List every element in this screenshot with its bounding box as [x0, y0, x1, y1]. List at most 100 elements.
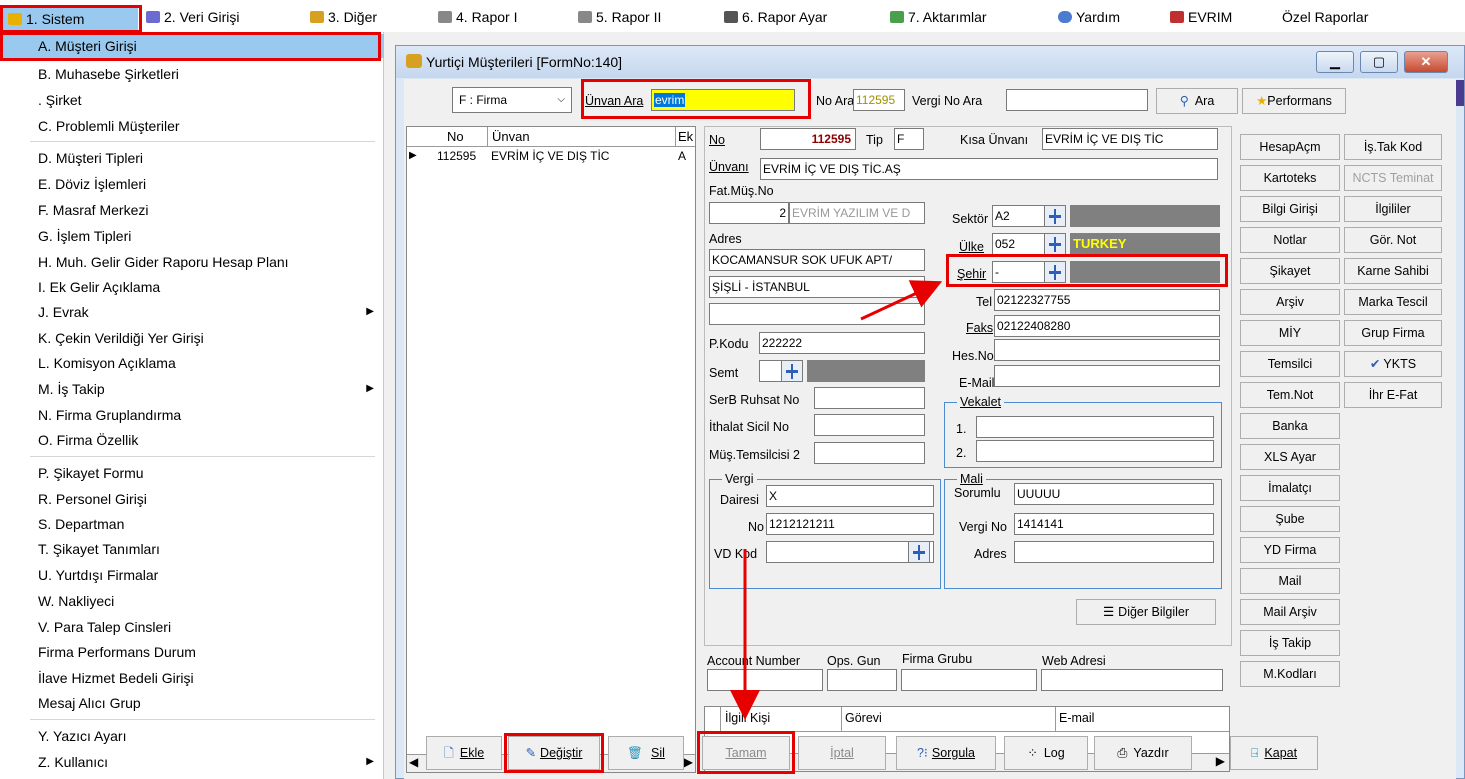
ncts-teminat-button[interactable]: NCTS Teminat: [1344, 165, 1442, 191]
menu-item-gelir-gider-hesap-plani[interactable]: H. Muh. Gelir Gider Raporu Hesap Planı: [0, 250, 384, 274]
web-adresi-field[interactable]: [1041, 669, 1223, 691]
diger-bilgiler-button[interactable]: ☰ Diğer Bilgiler: [1076, 599, 1216, 625]
menu-item-cekin-verildigi-yer[interactable]: K. Çekin Verildiği Yer Girişi: [0, 326, 384, 350]
ops-gun-field[interactable]: [827, 669, 897, 691]
menu-rapor-ayar[interactable]: 6. Rapor Ayar: [724, 6, 827, 28]
vergi-search-input[interactable]: [1006, 89, 1148, 111]
menu-item-sikayet-tanimlari[interactable]: T. Şikayet Tanımları: [0, 537, 384, 561]
menu-item-yurtdisi-firmalar[interactable]: U. Yurtdışı Firmalar: [0, 563, 384, 587]
marka-tescil-button[interactable]: Marka Tescil: [1344, 289, 1442, 315]
is-takip-button[interactable]: İş Takip: [1240, 630, 1340, 656]
minimize-button[interactable]: ▁: [1316, 51, 1354, 73]
gor-not-button[interactable]: Gör. Not: [1344, 227, 1442, 253]
menu-item-para-talep-cinsleri[interactable]: V. Para Talep Cinsleri: [0, 615, 384, 639]
table-row[interactable]: ▶ 112595 EVRİM İÇ VE DIŞ TİC A: [407, 148, 695, 166]
sehir-field[interactable]: -: [992, 261, 1050, 283]
yazdir-button[interactable]: ⎙ Yazdır: [1094, 736, 1192, 770]
xls-ayar-button[interactable]: XLS Ayar: [1240, 444, 1340, 470]
mustem-field[interactable]: [814, 442, 925, 464]
menu-item-firma-ozellik[interactable]: O. Firma Özellik: [0, 428, 384, 452]
ara-button[interactable]: ⚲ Ara: [1156, 88, 1238, 114]
scroll-right-icon[interactable]: ▶: [1216, 754, 1225, 768]
yd-firma-button[interactable]: YD Firma: [1240, 537, 1340, 563]
log-button[interactable]: ⁘ Log: [1004, 736, 1088, 770]
vdkod-lookup-button[interactable]: [908, 541, 930, 563]
menu-item-ilave-hizmet-bedeli[interactable]: İlave Hizmet Bedeli Girişi: [0, 666, 384, 690]
dairesi-field[interactable]: X: [766, 485, 934, 507]
ekle-button[interactable]: 🗋 Ekle: [426, 736, 502, 770]
menu-item-komisyon-aciklama[interactable]: L. Komisyon Açıklama: [0, 351, 384, 375]
firma-grubu-field[interactable]: [901, 669, 1037, 691]
menu-item-yazici-ayari[interactable]: Y. Yazıcı Ayarı: [0, 724, 384, 748]
is-tak-kod-button[interactable]: İş.Tak Kod: [1344, 134, 1442, 160]
fatmus-name-field[interactable]: EVRİM YAZILIM VE D: [789, 202, 925, 224]
fatmus-no-field[interactable]: 2: [709, 202, 789, 224]
vekalet2-field[interactable]: [976, 440, 1214, 462]
grup-firma-button[interactable]: Grup Firma: [1344, 320, 1442, 346]
mail-arsiv-button[interactable]: Mail Arşiv: [1240, 599, 1340, 625]
kapat-button[interactable]: ⍈ Kapat: [1230, 736, 1318, 770]
menu-item-ek-gelir-aciklama[interactable]: I. Ek Gelir Açıklama: [0, 275, 384, 299]
menu-aktarimlar[interactable]: 7. Aktarımlar: [890, 6, 987, 28]
scroll-left-icon[interactable]: ◀: [409, 755, 418, 769]
adres-line1-field[interactable]: KOCAMANSUR SOK UFUK APT/: [709, 249, 925, 271]
sorumlu-field[interactable]: UUUUU: [1014, 483, 1214, 505]
email-field[interactable]: [994, 365, 1220, 387]
menu-item-is-takip[interactable]: M. İş Takip ▶: [0, 377, 384, 401]
menu-item-evrak[interactable]: J. Evrak ▶: [0, 300, 384, 324]
vekalet1-field[interactable]: [976, 416, 1214, 438]
faks-field[interactable]: 02122408280: [994, 315, 1220, 337]
menu-yardim[interactable]: Yardım: [1058, 6, 1120, 28]
menu-sistem[interactable]: 1. Sistem: [2, 8, 138, 30]
menu-rapor-1[interactable]: 4. Rapor I: [438, 6, 517, 28]
tem-not-button[interactable]: Tem.Not: [1240, 382, 1340, 408]
menu-evrim[interactable]: EVRIM: [1170, 6, 1232, 28]
ithalat-field[interactable]: [814, 414, 925, 436]
mali-vergi-no-field[interactable]: 1414141: [1014, 513, 1214, 535]
hesno-field[interactable]: [994, 339, 1220, 361]
no-search-input[interactable]: 112595: [853, 89, 905, 111]
sikayet-button[interactable]: Şikayet: [1240, 258, 1340, 284]
semt-lookup-button[interactable]: [781, 360, 803, 382]
m-kodlari-button[interactable]: M.Kodları: [1240, 661, 1340, 687]
menu-item-firma-gruplandirma[interactable]: N. Firma Gruplandırma: [0, 403, 384, 427]
bilgi-girisi-button[interactable]: Bilgi Girişi: [1240, 196, 1340, 222]
scroll-right-icon[interactable]: ▶: [684, 755, 693, 769]
banka-button[interactable]: Banka: [1240, 413, 1340, 439]
sorgula-button[interactable]: ?⁝ Sorgula: [896, 736, 996, 770]
unvan-field[interactable]: EVRİM İÇ VE DIŞ TİC.AŞ: [760, 158, 1218, 180]
mali-adres-field[interactable]: [1014, 541, 1214, 563]
account-number-field[interactable]: [707, 669, 823, 691]
menu-item-doviz-islemleri[interactable]: E. Döviz İşlemleri: [0, 172, 384, 196]
menu-item-mesaj-alici-grup[interactable]: Mesaj Alıcı Grup: [0, 691, 384, 715]
sil-button[interactable]: 🗑 Sil: [608, 736, 684, 770]
menu-item-muhasebe-sirketleri[interactable]: B. Muhasebe Şirketleri: [0, 62, 384, 86]
temsilci-button[interactable]: Temsilci: [1240, 351, 1340, 377]
menu-item-nakliyeci[interactable]: W. Nakliyeci: [0, 589, 384, 613]
menu-item-firma-performans-durum[interactable]: Firma Performans Durum: [0, 640, 384, 664]
iptal-button[interactable]: İptal: [798, 736, 886, 770]
adres-line2-field[interactable]: ŞİŞLİ - İSTANBUL: [709, 276, 925, 298]
menu-ozel-raporlar[interactable]: Özel Raporlar: [1282, 6, 1368, 28]
menu-item-musteri-girisi[interactable]: A. Müşteri Girişi: [0, 34, 384, 58]
mail-button[interactable]: Mail: [1240, 568, 1340, 594]
sube-button[interactable]: Şube: [1240, 506, 1340, 532]
ykts-button[interactable]: ✔ YKTS: [1344, 351, 1442, 377]
sektor-lookup-button[interactable]: [1044, 205, 1066, 227]
menu-diger[interactable]: 3. Diğer: [310, 6, 377, 28]
menu-item-masraf-merkezi[interactable]: F. Masraf Merkezi: [0, 198, 384, 222]
sehir-lookup-button[interactable]: [1044, 261, 1066, 283]
sektor-field[interactable]: A2: [992, 205, 1050, 227]
kartoteks-button[interactable]: Kartoteks: [1240, 165, 1340, 191]
menu-item-personel-girisi[interactable]: R. Personel Girişi: [0, 487, 384, 511]
ilgililer-button[interactable]: İlgililer: [1344, 196, 1442, 222]
menu-item-kullanici[interactable]: Z. Kullanıcı ▶: [0, 750, 384, 774]
ulke-lookup-button[interactable]: [1044, 233, 1066, 255]
adres-line3-field[interactable]: [709, 303, 925, 325]
imalatci-button[interactable]: İmalatçı: [1240, 475, 1340, 501]
hesapacm-button[interactable]: HesapAçm: [1240, 134, 1340, 160]
notlar-button[interactable]: Notlar: [1240, 227, 1340, 253]
menu-veri-girisi[interactable]: 2. Veri Girişi: [146, 6, 239, 28]
degistir-button[interactable]: ✎ Değiştir: [508, 736, 600, 770]
tamam-button[interactable]: Tamam: [702, 736, 790, 770]
